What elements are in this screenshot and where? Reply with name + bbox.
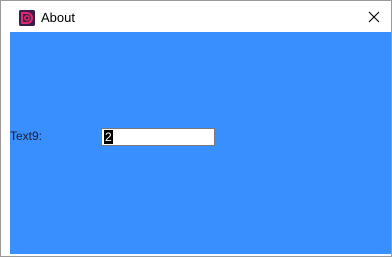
text9-input[interactable]: 2 [101,128,215,146]
title-bar[interactable]: About [2,2,390,32]
form-client-area: Text9: 2 [10,32,391,254]
window-title: About [41,10,75,25]
text9-label: Text9: [10,129,43,143]
app-logo-icon [19,10,35,26]
close-icon [368,11,380,23]
text9-value: 2 [104,130,113,144]
close-button[interactable] [358,2,390,32]
about-window: About Text9: 2 [0,0,392,257]
